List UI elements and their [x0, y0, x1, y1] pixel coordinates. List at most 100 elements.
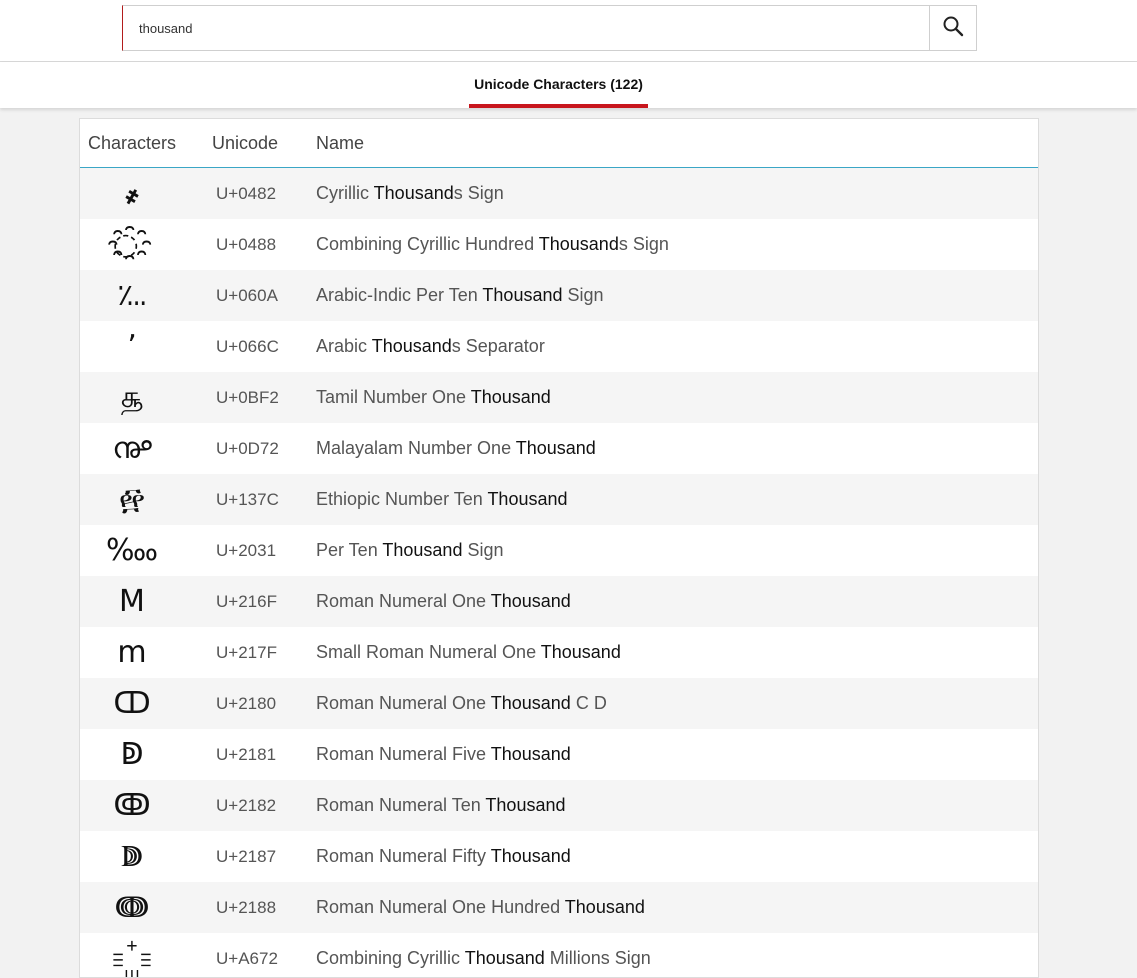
- table-row[interactable]: ↁ U+2181 Roman Numeral Five Thousand: [80, 729, 1038, 780]
- unicode-code[interactable]: U+0488: [216, 219, 276, 270]
- unicode-code[interactable]: U+0D72: [216, 423, 279, 474]
- character-name[interactable]: Roman Numeral Five Thousand: [316, 729, 571, 780]
- table-row[interactable]: ‱ U+2031 Per Ten Thousand Sign: [80, 525, 1038, 576]
- name-match-highlight: Thousand: [470, 387, 551, 407]
- unicode-code[interactable]: U+066C: [216, 321, 279, 372]
- unicode-code[interactable]: U+2182: [216, 780, 276, 831]
- name-text: Cyrillic: [316, 183, 374, 203]
- unicode-code[interactable]: U+2187: [216, 831, 276, 882]
- table-header: Characters Unicode Name: [80, 119, 1038, 168]
- character-glyph[interactable]: ⅿ: [92, 627, 172, 678]
- name-text: Arabic-Indic Per Ten: [316, 285, 483, 305]
- name-match-highlight: Thousand: [464, 948, 545, 968]
- character-name[interactable]: Arabic Thousands Separator: [316, 321, 545, 372]
- unicode-code[interactable]: U+2031: [216, 525, 276, 576]
- character-glyph[interactable]: ↁ: [92, 729, 172, 780]
- character-name[interactable]: Roman Numeral Ten Thousand: [316, 780, 565, 831]
- character-glyph[interactable]: ፼: [92, 474, 172, 525]
- character-glyph[interactable]: ꙲: [92, 933, 172, 977]
- unicode-code[interactable]: U+137C: [216, 474, 279, 525]
- name-text: Roman Numeral Fifty: [316, 846, 491, 866]
- tab-bar: Unicode Characters (122): [0, 62, 1137, 108]
- table-row[interactable]: ◌҈ U+0488 Combining Cyrillic Hundred Thous…: [80, 219, 1038, 270]
- character-glyph[interactable]: ↈ: [92, 882, 172, 933]
- name-text: Roman Numeral One: [316, 591, 491, 611]
- table-row[interactable]: ௲ U+0BF2 Tamil Number One Thousand: [80, 372, 1038, 423]
- character-glyph[interactable]: ↂ: [92, 780, 172, 831]
- name-text: s Sign: [618, 234, 669, 254]
- name-match-highlight: Thousand: [373, 183, 454, 203]
- table-row[interactable]: ⅿ U+217F Small Roman Numeral One Thousand: [80, 627, 1038, 678]
- tab-unicode-characters[interactable]: Unicode Characters (122): [469, 62, 648, 108]
- name-text: Malayalam Number One: [316, 438, 516, 458]
- character-glyph[interactable]: ؊: [92, 270, 172, 321]
- character-name[interactable]: Ethiopic Number Ten Thousand: [316, 474, 568, 525]
- name-text: Roman Numeral One: [316, 693, 491, 713]
- unicode-code[interactable]: U+2188: [216, 882, 276, 933]
- name-text: Ethiopic Number Ten: [316, 489, 488, 509]
- unicode-code[interactable]: U+0482: [216, 168, 276, 219]
- character-name[interactable]: Arabic-Indic Per Ten Thousand Sign: [316, 270, 604, 321]
- name-text: Combining Cyrillic Hundred: [316, 234, 539, 254]
- name-match-highlight: Thousand: [482, 285, 563, 305]
- table-row[interactable]: ↈ U+2188 Roman Numeral One Hundred Thousan…: [80, 882, 1038, 933]
- column-header-characters[interactable]: Characters: [88, 119, 176, 167]
- character-glyph[interactable]: ‱: [92, 525, 172, 576]
- character-glyph[interactable]: ௲: [92, 372, 172, 423]
- column-header-unicode[interactable]: Unicode: [212, 119, 278, 167]
- character-name[interactable]: Roman Numeral One Hundred Thousand: [316, 882, 645, 933]
- character-glyph[interactable]: ↀ: [92, 678, 172, 729]
- table-row[interactable]: ꙲ U+A672 Combining Cyrillic Thousand Milli…: [80, 933, 1038, 977]
- character-glyph[interactable]: ◌҈: [92, 219, 172, 270]
- unicode-code[interactable]: U+217F: [216, 627, 277, 678]
- name-text: Roman Numeral Ten: [316, 795, 486, 815]
- character-name[interactable]: Malayalam Number One Thousand: [316, 423, 596, 474]
- name-text: Millions Sign: [544, 948, 651, 968]
- name-match-highlight: Thousand: [540, 642, 621, 662]
- character-name[interactable]: Combining Cyrillic Thousand Millions Sig…: [316, 933, 651, 977]
- character-glyph[interactable]: ҂: [92, 168, 172, 219]
- character-glyph[interactable]: ൲: [92, 423, 172, 474]
- name-text: Sign: [562, 285, 604, 305]
- name-text: Small Roman Numeral One: [316, 642, 541, 662]
- table-row[interactable]: ↂ U+2182 Roman Numeral Ten Thousand: [80, 780, 1038, 831]
- name-match-highlight: Thousand: [515, 438, 596, 458]
- table-row[interactable]: ፼ U+137C Ethiopic Number Ten Thousand: [80, 474, 1038, 525]
- character-name[interactable]: Roman Numeral Fifty Thousand: [316, 831, 571, 882]
- name-match-highlight: Thousand: [490, 744, 571, 764]
- character-glyph[interactable]: Ⅿ: [92, 576, 172, 627]
- search-icon: [942, 15, 964, 42]
- character-glyph[interactable]: ٬: [92, 321, 172, 372]
- table-row[interactable]: ↀ U+2180 Roman Numeral One Thousand C D: [80, 678, 1038, 729]
- table-row[interactable]: ൲ U+0D72 Malayalam Number One Thousand: [80, 423, 1038, 474]
- name-text: Per Ten: [316, 540, 383, 560]
- table-row[interactable]: ٬ U+066C Arabic Thousands Separator: [80, 321, 1038, 372]
- character-name[interactable]: Roman Numeral One Thousand C D: [316, 678, 607, 729]
- unicode-code[interactable]: U+0BF2: [216, 372, 279, 423]
- table-row[interactable]: ؊ U+060A Arabic-Indic Per Ten Thousand Sig…: [80, 270, 1038, 321]
- character-name[interactable]: Per Ten Thousand Sign: [316, 525, 503, 576]
- name-match-highlight: Thousand: [490, 693, 571, 713]
- name-text: Arabic: [316, 336, 372, 356]
- search-button[interactable]: [929, 6, 976, 50]
- unicode-code[interactable]: U+216F: [216, 576, 277, 627]
- table-row[interactable]: ↇ U+2187 Roman Numeral Fifty Thousand: [80, 831, 1038, 882]
- table-row[interactable]: Ⅿ U+216F Roman Numeral One Thousand: [80, 576, 1038, 627]
- character-glyph[interactable]: ↇ: [92, 831, 172, 882]
- character-name[interactable]: Cyrillic Thousands Sign: [316, 168, 504, 219]
- name-text: Sign: [462, 540, 504, 560]
- character-name[interactable]: Roman Numeral One Thousand: [316, 576, 571, 627]
- character-name[interactable]: Combining Cyrillic Hundred Thousands Sig…: [316, 219, 669, 270]
- name-text: Roman Numeral Five: [316, 744, 491, 764]
- column-header-name[interactable]: Name: [316, 119, 364, 167]
- unicode-code[interactable]: U+2180: [216, 678, 276, 729]
- character-name[interactable]: Tamil Number One Thousand: [316, 372, 551, 423]
- unicode-code[interactable]: U+A672: [216, 933, 278, 977]
- unicode-code[interactable]: U+2181: [216, 729, 276, 780]
- character-name[interactable]: Small Roman Numeral One Thousand: [316, 627, 621, 678]
- search-input[interactable]: [123, 6, 930, 50]
- name-match-highlight: Thousand: [564, 897, 645, 917]
- table-row[interactable]: ҂ U+0482 Cyrillic Thousands Sign: [80, 168, 1038, 219]
- unicode-code[interactable]: U+060A: [216, 270, 278, 321]
- name-match-highlight: Thousand: [538, 234, 619, 254]
